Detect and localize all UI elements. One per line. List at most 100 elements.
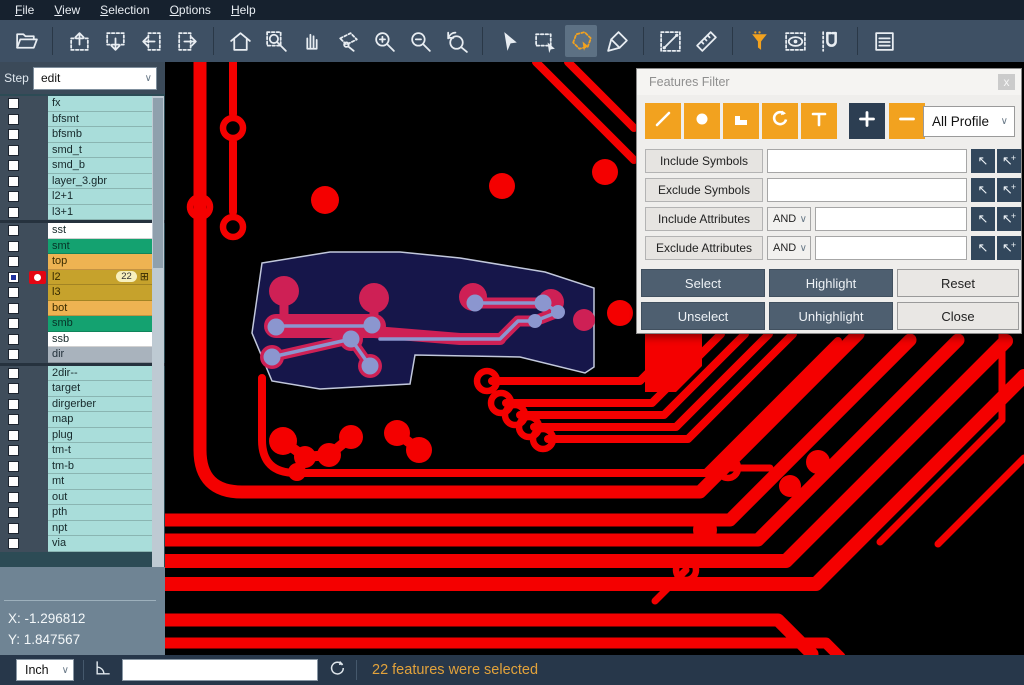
- layer-row-bot[interactable]: bot: [0, 301, 165, 317]
- arc-filter-button[interactable]: [762, 103, 798, 139]
- layer-checkbox[interactable]: [8, 241, 19, 252]
- layer-row-via[interactable]: via: [0, 536, 165, 552]
- layer-name[interactable]: 2dir--: [48, 366, 152, 382]
- layers-panel-button[interactable]: [868, 25, 900, 57]
- layer-checkbox[interactable]: [8, 476, 19, 487]
- menu-file[interactable]: File: [6, 1, 43, 19]
- filter-button[interactable]: [743, 25, 775, 57]
- layer-name[interactable]: via: [48, 536, 152, 552]
- layer-row-target[interactable]: target: [0, 381, 165, 397]
- layer-name[interactable]: dirgerber: [48, 397, 152, 413]
- layer-name[interactable]: layer_3.gbr: [48, 174, 152, 190]
- refresh-icon[interactable]: [327, 658, 347, 683]
- layer-checkbox[interactable]: [8, 207, 19, 218]
- angle-mode-icon[interactable]: [93, 658, 113, 683]
- menu-help[interactable]: Help: [222, 1, 265, 19]
- layer-checkbox[interactable]: [8, 492, 19, 503]
- include-attributes-button[interactable]: Include Attributes: [645, 207, 763, 231]
- layer-name[interactable]: ssb: [48, 332, 152, 348]
- layer-row-l2[interactable]: l222⊞: [0, 270, 165, 286]
- layer-checkbox[interactable]: [8, 225, 19, 236]
- layer-row-bfsmb[interactable]: bfsmb: [0, 127, 165, 143]
- layer-row-pth[interactable]: pth: [0, 505, 165, 521]
- text-filter-button[interactable]: [801, 103, 837, 139]
- layer-checkbox[interactable]: [8, 414, 19, 425]
- layer-checkbox[interactable]: [8, 399, 19, 410]
- layer-row-2dir--[interactable]: 2dir--: [0, 366, 165, 382]
- layer-row-layer_3.gbr[interactable]: layer_3.gbr: [0, 174, 165, 190]
- layer-name[interactable]: l222⊞: [48, 270, 152, 286]
- layer-row-tm-b[interactable]: tm-b: [0, 459, 165, 475]
- layer-checkbox[interactable]: [8, 383, 19, 394]
- layer-checkbox[interactable]: [8, 176, 19, 187]
- layer-row-dirgerber[interactable]: dirgerber: [0, 397, 165, 413]
- pick-arrow-add-button[interactable]: ↖+: [997, 207, 1021, 231]
- layer-checkbox[interactable]: [8, 287, 19, 298]
- unselect-button[interactable]: Unselect: [641, 302, 765, 330]
- select-rectangle-button[interactable]: [529, 25, 561, 57]
- include-symbols-button[interactable]: Include Symbols: [645, 149, 763, 173]
- layer-checkbox[interactable]: [8, 318, 19, 329]
- close-icon[interactable]: x: [998, 74, 1015, 90]
- layer-name[interactable]: fx: [48, 96, 152, 112]
- pick-arrow-button[interactable]: ↖: [971, 236, 995, 260]
- layer-checkbox[interactable]: [8, 145, 19, 156]
- layer-checkbox[interactable]: [8, 98, 19, 109]
- view-options-button[interactable]: [779, 25, 811, 57]
- step-combo[interactable]: edit ∨: [33, 67, 157, 90]
- layer-row-bfsmt[interactable]: bfsmt: [0, 112, 165, 128]
- highlight-button[interactable]: Highlight: [769, 269, 893, 297]
- layer-checkbox[interactable]: [8, 538, 19, 549]
- select-pointer-button[interactable]: [493, 25, 525, 57]
- exclude-attributes-button[interactable]: Exclude Attributes: [645, 236, 763, 260]
- layer-name[interactable]: dir: [48, 347, 152, 363]
- pick-arrow-add-button[interactable]: ↖+: [997, 149, 1021, 173]
- layer-row-fx[interactable]: fx: [0, 96, 165, 112]
- layer-name[interactable]: smd_t: [48, 143, 152, 159]
- layer-name[interactable]: l3+1: [48, 205, 152, 221]
- layer-row-plug[interactable]: plug: [0, 428, 165, 444]
- layer-row-tm-t[interactable]: tm-t: [0, 443, 165, 459]
- layer-row-smt[interactable]: smt: [0, 239, 165, 255]
- zoom-out-button[interactable]: [404, 25, 436, 57]
- layer-checkbox[interactable]: [8, 368, 19, 379]
- layer-row-map[interactable]: map: [0, 412, 165, 428]
- include-symbols-input[interactable]: [767, 149, 967, 173]
- pan-left-button[interactable]: [135, 25, 167, 57]
- pick-arrow-add-button[interactable]: ↖+: [997, 178, 1021, 202]
- profile-combo[interactable]: All Profile ∨: [923, 106, 1015, 137]
- pan-right-button[interactable]: [171, 25, 203, 57]
- pan-hand-button[interactable]: [296, 25, 328, 57]
- layer-name[interactable]: smt: [48, 239, 152, 255]
- open-button[interactable]: [10, 25, 42, 57]
- layer-name[interactable]: tm-b: [48, 459, 152, 475]
- layer-row-smd_b[interactable]: smd_b: [0, 158, 165, 174]
- layer-row-sst[interactable]: sst: [0, 223, 165, 239]
- home-button[interactable]: [224, 25, 256, 57]
- exclude-symbols-button[interactable]: Exclude Symbols: [645, 178, 763, 202]
- layer-name[interactable]: l3: [48, 285, 152, 301]
- layer-row-mt[interactable]: mt: [0, 474, 165, 490]
- layer-row-smb[interactable]: smb: [0, 316, 165, 332]
- layer-name[interactable]: mt: [48, 474, 152, 490]
- select-button[interactable]: Select: [641, 269, 765, 297]
- operator-combo[interactable]: AND∨: [767, 236, 811, 260]
- layer-name[interactable]: bfsmt: [48, 112, 152, 128]
- layer-name[interactable]: map: [48, 412, 152, 428]
- layer-row-out[interactable]: out: [0, 490, 165, 506]
- ruler-button[interactable]: [690, 25, 722, 57]
- layer-checkbox[interactable]: [8, 445, 19, 456]
- layer-checkbox[interactable]: [8, 272, 19, 283]
- minus-button[interactable]: [889, 103, 925, 139]
- layer-name[interactable]: smb: [48, 316, 152, 332]
- surface-filter-button[interactable]: [723, 103, 759, 139]
- layer-checkbox[interactable]: [8, 114, 19, 125]
- operator-combo[interactable]: AND∨: [767, 207, 811, 231]
- dialog-title-bar[interactable]: Features Filter x: [637, 69, 1021, 95]
- menu-options[interactable]: Options: [161, 1, 220, 19]
- layer-row-npt[interactable]: npt: [0, 521, 165, 537]
- zoom-in-button[interactable]: [368, 25, 400, 57]
- layer-checkbox[interactable]: [8, 160, 19, 171]
- layer-name[interactable]: target: [48, 381, 152, 397]
- layer-row-l3+1[interactable]: l3+1: [0, 205, 165, 221]
